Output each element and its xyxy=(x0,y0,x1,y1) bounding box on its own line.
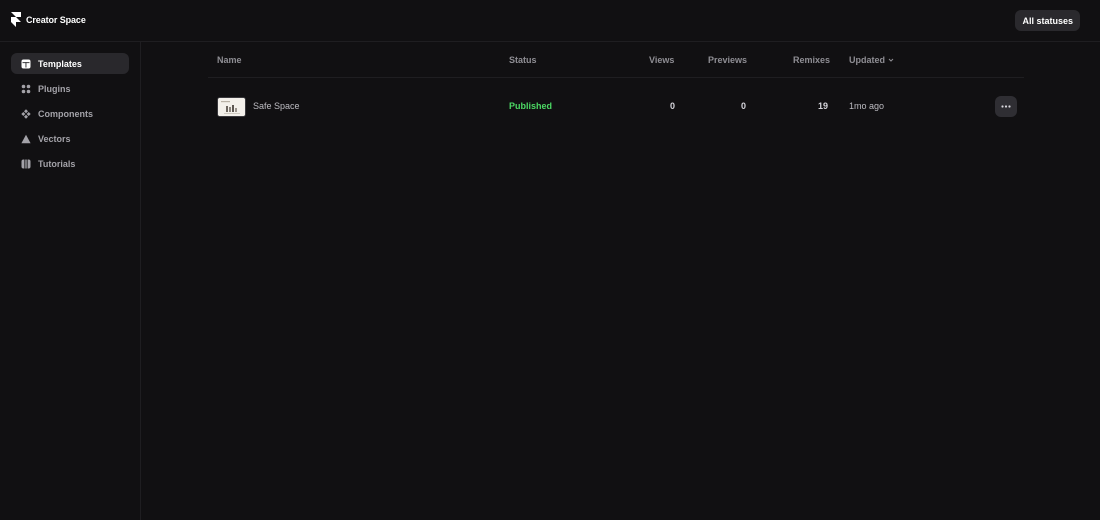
template-name[interactable]: Safe Space xyxy=(253,101,300,111)
sidebar-item-label: Vectors xyxy=(38,133,71,144)
sidebar-item-label: Components xyxy=(38,108,93,119)
updated-time: 1mo ago xyxy=(849,101,885,111)
tutorial-icon xyxy=(21,159,31,169)
table-header: Name Status Views Previews Remixes Updat… xyxy=(208,42,1024,78)
template-icon xyxy=(21,59,31,69)
sidebar: Templates Plugins Components Vectors Tut… xyxy=(0,42,141,520)
column-header-name[interactable]: Name xyxy=(217,55,242,65)
column-header-views[interactable]: Views xyxy=(649,55,674,65)
table-row[interactable]: Safe Space Published 0 0 19 1mo ago xyxy=(208,78,1024,134)
previews-count: 0 xyxy=(740,101,746,111)
sidebar-item-vectors[interactable]: Vectors xyxy=(11,128,129,149)
status-filter-button[interactable]: All statuses xyxy=(1015,10,1080,31)
framer-logo-icon xyxy=(11,12,21,27)
column-header-updated-label: Updated xyxy=(849,55,885,65)
sidebar-item-label: Templates xyxy=(38,58,82,69)
sidebar-item-label: Plugins xyxy=(38,83,71,94)
plugin-icon xyxy=(21,84,31,94)
column-header-status[interactable]: Status xyxy=(509,55,537,65)
column-header-remixes[interactable]: Remixes xyxy=(793,55,830,65)
vector-icon xyxy=(21,134,31,144)
status-badge: Published xyxy=(509,101,553,111)
sidebar-item-label: Tutorials xyxy=(38,158,76,169)
sidebar-item-plugins[interactable]: Plugins xyxy=(11,78,129,99)
brand[interactable]: Creator Space xyxy=(11,12,86,27)
sidebar-item-tutorials[interactable]: Tutorials xyxy=(11,153,129,174)
sidebar-item-components[interactable]: Components xyxy=(11,103,129,124)
remixes-count: 19 xyxy=(817,101,828,111)
more-options-button[interactable] xyxy=(995,96,1017,117)
column-header-previews[interactable]: Previews xyxy=(708,55,747,65)
column-header-updated[interactable]: Updated xyxy=(849,55,894,65)
views-count: 0 xyxy=(669,101,675,111)
chevron-down-icon xyxy=(888,58,894,62)
templates-table: Name Status Views Previews Remixes Updat… xyxy=(208,42,1024,134)
main-content: Name Status Views Previews Remixes Updat… xyxy=(141,42,1100,520)
top-bar: Creator Space All statuses xyxy=(0,0,1100,42)
template-thumbnail xyxy=(217,97,246,117)
component-icon xyxy=(21,108,31,119)
sidebar-item-templates[interactable]: Templates xyxy=(11,53,129,74)
more-horizontal-icon xyxy=(1001,105,1011,108)
brand-name: Creator Space xyxy=(26,14,86,25)
